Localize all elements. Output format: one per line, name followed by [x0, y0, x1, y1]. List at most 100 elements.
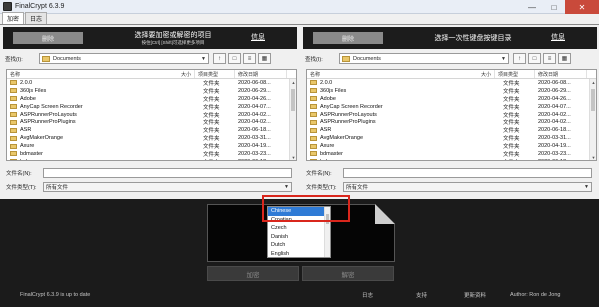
folder-icon	[310, 96, 317, 102]
file-row[interactable]: 2.0.0 文件夹 2020-06-08...	[7, 79, 296, 87]
file-name-cell: AvgMakerOrange	[307, 135, 495, 141]
file-date-cell: 2020-04-02...	[538, 119, 571, 126]
left-filetype-select[interactable]: 所有文件 ▼	[43, 181, 292, 192]
close-icon[interactable]: ✕	[565, 0, 599, 14]
file-name: Adobe	[20, 95, 36, 102]
file-date-cell: 2020-06-29...	[538, 87, 571, 94]
decrypt-button[interactable]: 解密	[302, 266, 394, 281]
scroll-down-icon[interactable]: ▼	[290, 154, 296, 160]
window-title: FinalCrypt 6.3.9	[15, 3, 65, 10]
file-row[interactable]: ASR 文件夹 2020-06-18...	[7, 126, 296, 134]
file-row[interactable]: ASPRunnerProPlugins 文件夹 2020-04-02...	[307, 118, 596, 126]
file-row[interactable]: ASPRunnerProLayouts 文件夹 2020-04-02...	[307, 111, 596, 119]
file-type-cell: 文件夹	[503, 128, 520, 135]
folder-icon	[10, 112, 17, 117]
file-name: Adobe	[320, 95, 336, 102]
language-option[interactable]: Czech	[268, 224, 330, 233]
scroll-up-icon[interactable]: ▲	[290, 79, 296, 86]
folder-icon	[10, 96, 17, 102]
file-row[interactable]: Axure 文件夹 2020-04-19...	[7, 142, 296, 150]
left-delete-button[interactable]: 删除	[13, 32, 83, 44]
left-pane: 删除 选择要加密或解密的项目 按住[Ctrl] [Shift]可选择更多项目 信…	[3, 27, 297, 197]
col-name-header[interactable]: 名称 大小	[7, 70, 195, 78]
file-row[interactable]: AnyCap Screen Recorder 文件夹 2020-04-07...	[7, 103, 296, 111]
left-filename-input[interactable]	[43, 167, 292, 178]
tab-log[interactable]: 日志	[25, 12, 48, 24]
filetype-label: 文件类型(T):	[6, 184, 37, 191]
scroll-thumb[interactable]	[591, 89, 595, 111]
update-link[interactable]: 更新资料	[464, 291, 486, 299]
file-name: Axure	[320, 143, 335, 150]
file-row[interactable]: Adobe 文件夹 2020-04-26...	[7, 95, 296, 103]
file-date-cell: 2020-03-23...	[538, 150, 571, 157]
language-option[interactable]: Dutch	[268, 241, 330, 250]
scroll-thumb[interactable]	[291, 89, 295, 111]
up-folder-icon[interactable]: ↑	[213, 53, 226, 64]
file-row[interactable]: AnyCap Screen Recorder 文件夹 2020-04-07...	[307, 103, 596, 111]
language-option[interactable]: Danish	[268, 233, 330, 242]
up-folder-icon[interactable]: ↑	[513, 53, 526, 64]
file-date-cell: 2020-04-07...	[538, 103, 571, 110]
file-row[interactable]: AvgMakerOrange 文件夹 2020-03-31...	[7, 134, 296, 142]
file-row[interactable]: Axure 文件夹 2020-04-19...	[307, 142, 596, 150]
left-info-link[interactable]: 信息	[251, 32, 265, 42]
left-list-scrollbar[interactable]: ▲ ▼	[289, 79, 296, 160]
list-view-icon[interactable]: ≡	[243, 53, 256, 64]
file-row[interactable]: 360js Files 文件夹 2020-06-29...	[7, 87, 296, 95]
file-date-cell: 2020-03-23...	[238, 150, 271, 157]
file-row[interactable]: bokecc 文件夹2020-06-18...	[307, 158, 596, 160]
language-option[interactable]: English	[268, 250, 330, 258]
file-name: Axure	[20, 143, 35, 150]
list-view-icon[interactable]: ≡	[543, 53, 556, 64]
right-lookin-select[interactable]: Documents ▼	[339, 53, 509, 64]
file-row[interactable]: 2.0.0 文件夹 2020-06-08...	[307, 79, 596, 87]
file-row[interactable]: ASR 文件夹 2020-06-18...	[307, 126, 596, 134]
col-type-header[interactable]: 项目类型	[495, 70, 535, 78]
new-folder-icon[interactable]: □	[228, 53, 241, 64]
file-name: bdmaster	[20, 150, 43, 157]
support-link[interactable]: 支持	[416, 291, 427, 299]
file-name-cell: Adobe	[307, 96, 495, 102]
file-row[interactable]: bdmaster 文件夹 2020-03-23...	[307, 150, 596, 158]
minimize-icon[interactable]: —	[521, 0, 543, 14]
right-filename-input[interactable]	[343, 167, 592, 178]
right-delete-button[interactable]: 删除	[313, 32, 383, 44]
folder-icon	[10, 159, 17, 160]
details-view-icon[interactable]: ▦	[258, 53, 271, 64]
right-file-list: 名称 大小 项目类型 修改日期 2.0.0 文件夹 2020-06-08... 360j…	[306, 69, 597, 161]
encrypt-button[interactable]: 加密	[207, 266, 299, 281]
file-type-cell: 文件夹	[195, 158, 235, 161]
scroll-up-icon[interactable]: ▲	[590, 79, 596, 86]
file-date-cell: 2020-04-02...	[538, 111, 571, 118]
maximize-icon[interactable]: □	[543, 0, 565, 14]
new-folder-icon[interactable]: □	[528, 53, 541, 64]
file-row[interactable]: bdmaster 文件夹 2020-03-23...	[7, 150, 296, 158]
col-name-header[interactable]: 名称 大小	[307, 70, 495, 78]
file-type-cell: 文件夹	[203, 144, 220, 151]
file-row[interactable]: ASPRunnerProLayouts 文件夹 2020-04-02...	[7, 111, 296, 119]
details-view-icon[interactable]: ▦	[558, 53, 571, 64]
chevron-down-icon: ▼	[201, 55, 206, 62]
scroll-down-icon[interactable]: ▼	[590, 154, 596, 160]
right-filename-row: 文件名(N):	[306, 167, 597, 178]
right-info-link[interactable]: 信息	[551, 32, 565, 42]
highlight-box	[262, 195, 350, 222]
file-row[interactable]: ASPRunnerProPlugins 文件夹 2020-04-02...	[7, 118, 296, 126]
file-row[interactable]: Adobe 文件夹 2020-04-26...	[307, 95, 596, 103]
folder-icon	[42, 55, 50, 62]
file-row[interactable]: 360js Files 文件夹 2020-06-29...	[307, 87, 596, 95]
file-name-cell: ASR	[7, 127, 195, 133]
right-list-scrollbar[interactable]: ▲ ▼	[589, 79, 596, 160]
file-name-cell: 360js Files	[307, 88, 495, 94]
file-row[interactable]: AvgMakerOrange 文件夹 2020-03-31...	[307, 134, 596, 142]
right-filetype-select[interactable]: 所有文件 ▼	[343, 181, 592, 192]
file-row[interactable]: bokecc 文件夹2020-06-18...	[7, 158, 296, 161]
right-pane-header: 删除 选择一次性键盘按键目录 信息	[303, 27, 597, 49]
tab-encrypt[interactable]: 加密	[2, 12, 25, 24]
col-type-header[interactable]: 项目类型	[195, 70, 235, 78]
col-date-header[interactable]: 修改日期	[235, 70, 287, 78]
log-link[interactable]: 日志	[362, 291, 373, 299]
file-name-cell: 360js Files	[7, 88, 195, 94]
left-lookin-select[interactable]: Documents ▼	[39, 53, 209, 64]
col-date-header[interactable]: 修改日期	[535, 70, 587, 78]
